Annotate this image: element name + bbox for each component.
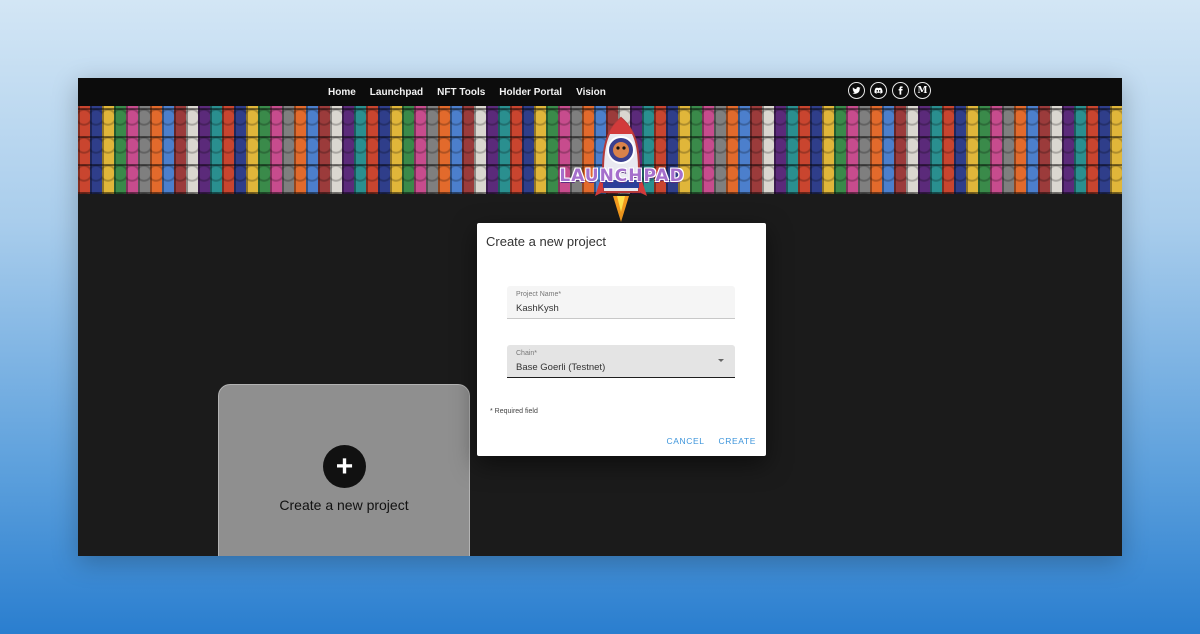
create-project-card-label: Create a new project [279,497,409,513]
project-name-field[interactable]: Project Name* KashKysh [507,286,735,319]
create-project-dialog: Create a new project Project Name* KashK… [477,223,766,456]
nav-launchpad[interactable]: Launchpad [370,87,423,98]
chevron-down-icon [718,359,724,362]
nav-nft-tools[interactable]: NFT Tools [437,87,485,98]
nav-links: Home Launchpad NFT Tools Holder Portal V… [328,78,606,106]
create-button[interactable]: CREATE [719,436,756,446]
nav-home[interactable]: Home [328,87,356,98]
chain-select[interactable]: Chain* Base Goerli (Testnet) [507,345,735,378]
required-field-note: * Required field [490,408,538,415]
project-name-value: KashKysh [516,303,559,314]
launchpad-logo: LAUNCHPAD [559,166,685,186]
chain-value: Base Goerli (Testnet) [516,362,606,373]
cancel-button[interactable]: CANCEL [666,436,704,446]
dialog-title: Create a new project [486,234,606,249]
chain-label: Chain* [516,350,538,357]
nav-holder-portal[interactable]: Holder Portal [499,87,562,98]
medium-glyph: M [917,85,928,96]
plus-glyph: + [335,449,354,483]
plus-icon: + [323,445,366,488]
nav-vision[interactable]: Vision [576,87,606,98]
discord-icon[interactable] [870,82,887,99]
medium-icon[interactable]: M [914,82,931,99]
social-links: M [848,82,931,99]
dialog-actions: CANCEL CREATE [666,436,756,446]
twitter-icon[interactable] [848,82,865,99]
create-project-card[interactable]: + Create a new project [218,384,470,556]
facebook-icon[interactable] [892,82,909,99]
project-name-label: Project Name* [516,291,562,298]
app-window: Home Launchpad NFT Tools Holder Portal V… [78,78,1122,556]
top-navbar: Home Launchpad NFT Tools Holder Portal V… [78,78,1122,106]
